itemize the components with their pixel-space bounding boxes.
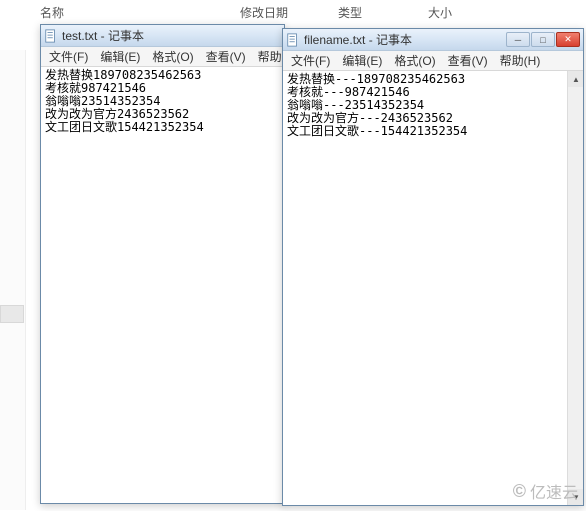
column-size[interactable]: 大小 [420, 0, 500, 26]
vertical-scrollbar[interactable]: ▲ ▼ [567, 71, 583, 505]
menu-edit[interactable]: 编辑(E) [94, 46, 146, 67]
maximize-button[interactable]: □ [531, 32, 555, 47]
column-name[interactable]: 名称 [32, 0, 232, 26]
notepad-icon [286, 33, 300, 47]
watermark: © 亿速云 [513, 479, 578, 503]
window-buttons: ─ □ ✕ [506, 32, 580, 47]
menu-view[interactable]: 查看(V) [442, 50, 494, 71]
close-button[interactable]: ✕ [556, 32, 580, 47]
menu-view[interactable]: 查看(V) [200, 46, 252, 67]
titlebar[interactable]: test.txt - 记事本 [41, 25, 284, 47]
text-content[interactable]: 发热替换---189708235462563 考核就---987421546 翁… [283, 71, 567, 505]
menu-edit[interactable]: 编辑(E) [336, 50, 388, 71]
titlebar[interactable]: filename.txt - 记事本 ─ □ ✕ [283, 29, 583, 51]
menubar: 文件(F) 编辑(E) 格式(O) 查看(V) 帮助(H) [283, 51, 583, 71]
menu-file[interactable]: 文件(F) [285, 50, 336, 71]
minimize-button[interactable]: ─ [506, 32, 530, 47]
window-title: test.txt - 记事本 [62, 27, 281, 44]
notepad-icon [44, 29, 58, 43]
explorer-sidebar [0, 50, 26, 510]
notepad-window-filename[interactable]: filename.txt - 记事本 ─ □ ✕ 文件(F) 编辑(E) 格式(… [282, 28, 584, 506]
menu-format[interactable]: 格式(O) [146, 46, 199, 67]
column-type[interactable]: 类型 [330, 0, 420, 26]
sidebar-marker [0, 305, 24, 323]
watermark-text: 亿速云 [530, 479, 578, 503]
notepad-window-test[interactable]: test.txt - 记事本 文件(F) 编辑(E) 格式(O) 查看(V) 帮… [40, 24, 285, 504]
scroll-up-arrow-icon[interactable]: ▲ [568, 71, 583, 87]
editor-area: 发热替换---189708235462563 考核就---987421546 翁… [283, 71, 583, 505]
text-content[interactable]: 发热替换189708235462563 考核就987421546 翁嗡嗡2351… [41, 67, 284, 503]
editor-area: 发热替换189708235462563 考核就987421546 翁嗡嗡2351… [41, 67, 284, 503]
window-title: filename.txt - 记事本 [304, 31, 506, 48]
watermark-icon: © [513, 481, 526, 502]
menubar: 文件(F) 编辑(E) 格式(O) 查看(V) 帮助(H) [41, 47, 284, 67]
column-date[interactable]: 修改日期 [232, 0, 330, 26]
explorer-column-header: 名称 修改日期 类型 大小 [0, 0, 586, 26]
menu-format[interactable]: 格式(O) [388, 50, 441, 71]
menu-help[interactable]: 帮助(H) [494, 50, 547, 71]
menu-file[interactable]: 文件(F) [43, 46, 94, 67]
